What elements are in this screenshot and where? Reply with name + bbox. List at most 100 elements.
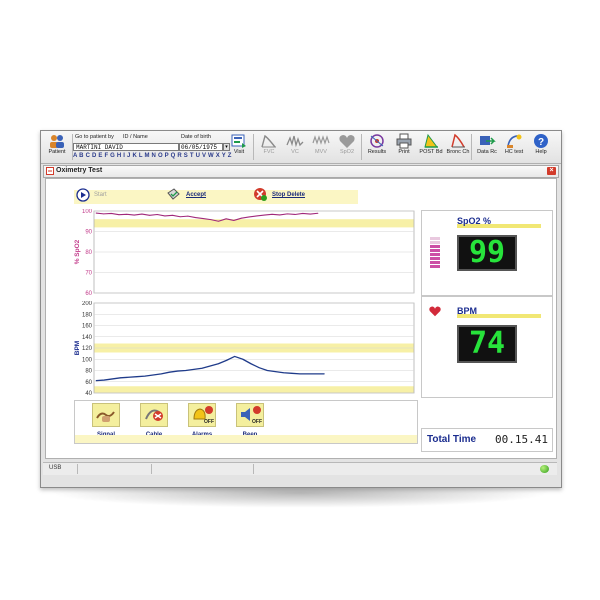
help-button[interactable]: ? Help [527, 133, 555, 161]
data-point [202, 218, 204, 219]
data-point [248, 216, 250, 218]
mvv-curve-icon [312, 135, 330, 145]
spo2-button[interactable]: SpO2 [333, 133, 361, 161]
data-point [279, 214, 281, 216]
y-tick-label: 100 [82, 209, 93, 215]
data-point [291, 372, 293, 374]
data-point [324, 373, 325, 375]
post-bd-label: POST Bd [419, 149, 443, 155]
y-tick-label: 100 [82, 357, 93, 363]
stop-delete-button[interactable]: Stop Delete [272, 192, 305, 198]
data-point [264, 214, 265, 216]
controls-panel: Signal Cable OFF Alarms OFF [74, 400, 418, 444]
help-label: Help [535, 149, 547, 155]
data-point [136, 376, 138, 378]
patient-button[interactable]: Patient [43, 133, 71, 161]
data-point [242, 358, 244, 360]
visit-button[interactable]: Visit [225, 133, 253, 161]
hc-test-icon [507, 134, 522, 148]
data-point [152, 374, 154, 376]
mvv-button[interactable]: MVV [307, 133, 335, 161]
y-tick-label: 160 [82, 324, 93, 330]
data-rc-icon [480, 136, 496, 145]
status-divider [77, 464, 78, 474]
id-name-label: ID / Name [123, 134, 148, 140]
data-point [283, 372, 285, 374]
y-tick-label: 140 [82, 335, 93, 341]
bpm-title: BPM [457, 306, 477, 316]
close-button[interactable]: × [547, 167, 556, 175]
data-point [210, 219, 212, 221]
data-point [217, 363, 219, 365]
start-icon[interactable] [76, 188, 90, 202]
spo2-title: SpO2 % [457, 216, 492, 226]
data-point [172, 214, 173, 216]
svg-text:?: ? [538, 137, 544, 148]
window-title: Oximetry Test [56, 167, 103, 174]
hc-test-button[interactable]: HC test [500, 133, 528, 161]
data-rc-button[interactable]: Data Rc [473, 133, 501, 161]
fvc-button[interactable]: FVC [255, 133, 283, 161]
vc-button[interactable]: VC [281, 133, 309, 161]
accept-icon[interactable] [166, 187, 181, 202]
data-point [95, 212, 97, 214]
bpm-reading-panel: BPM 74 [421, 296, 553, 398]
heart-icon [339, 135, 355, 148]
patient-name-field[interactable]: MARTINI DAVID [73, 143, 179, 151]
data-point [177, 370, 178, 372]
y-tick-label: 80 [85, 250, 92, 256]
usb-status: USB [49, 465, 62, 471]
bell-icon: OFF [188, 403, 216, 427]
fvc-label: FVC [263, 149, 275, 155]
toolbar-divider [471, 134, 472, 160]
oximetry-panel: Start Accept Stop Delete 100 90 80 70 60 % Sp… [45, 178, 557, 459]
y-tick-label: 200 [82, 301, 93, 307]
data-point [120, 377, 121, 379]
accept-button[interactable]: Accept [186, 192, 206, 198]
data-point [309, 213, 311, 215]
help-icon: ? [534, 134, 548, 148]
spo2-label: SpO2 [339, 149, 355, 155]
speaker-icon: OFF [236, 403, 264, 427]
patient-label: Patient [48, 149, 66, 155]
alarms-control[interactable]: OFF Alarms [185, 403, 219, 439]
post-bd-icon [424, 133, 438, 148]
print-button[interactable]: Print [390, 133, 418, 161]
printer-icon [396, 133, 412, 149]
dob-field[interactable]: 06/05/1975 [179, 143, 223, 151]
signal-control[interactable]: Signal [89, 403, 123, 439]
bpm-display: 74 [457, 325, 517, 363]
start-button[interactable]: Start [94, 192, 107, 198]
beep-off-badge: OFF [252, 419, 262, 425]
post-bd-button[interactable]: POST Bd [417, 133, 445, 161]
stop-delete-icon[interactable] [252, 187, 268, 202]
y-tick-label: 90 [85, 230, 92, 236]
beep-control[interactable]: OFF Beep [233, 403, 267, 439]
heart-icon [429, 306, 441, 317]
data-point [149, 214, 150, 216]
bronc-ch-label: Bronc Ch [446, 149, 470, 155]
y-tick-label: 60 [85, 380, 92, 386]
bpm-chart: 200 180 160 140 120 100 80 60 40 BPM [74, 301, 416, 397]
data-point [201, 367, 203, 369]
total-time-panel: Total Time 00.15.41 [421, 428, 553, 452]
data-rc-label: Data Rc [477, 149, 497, 155]
data-point [234, 356, 236, 357]
data-point [218, 220, 219, 222]
bronc-ch-icon [451, 133, 465, 148]
action-bar: Start Accept Stop Delete [74, 187, 358, 204]
fvc-curve-icon [261, 134, 276, 148]
bronc-ch-button[interactable]: Bronc Ch [444, 133, 472, 161]
toolbar-divider [361, 134, 362, 160]
goto-label: Go to patient by [75, 134, 114, 140]
cable-control[interactable]: Cable [137, 403, 171, 439]
normal-range-band [94, 219, 414, 228]
results-button[interactable]: Results [363, 133, 391, 161]
data-point [141, 213, 143, 215]
y-tick-label: 80 [85, 369, 92, 375]
alphabet-index[interactable]: A B C D E F G H I J K L M N O P Q R S T … [73, 153, 232, 159]
app-window: Patient Go to patient by ID / Name Date … [40, 130, 562, 488]
alarms-off-badge: OFF [204, 419, 214, 425]
data-point [169, 371, 170, 373]
data-point [286, 213, 288, 215]
